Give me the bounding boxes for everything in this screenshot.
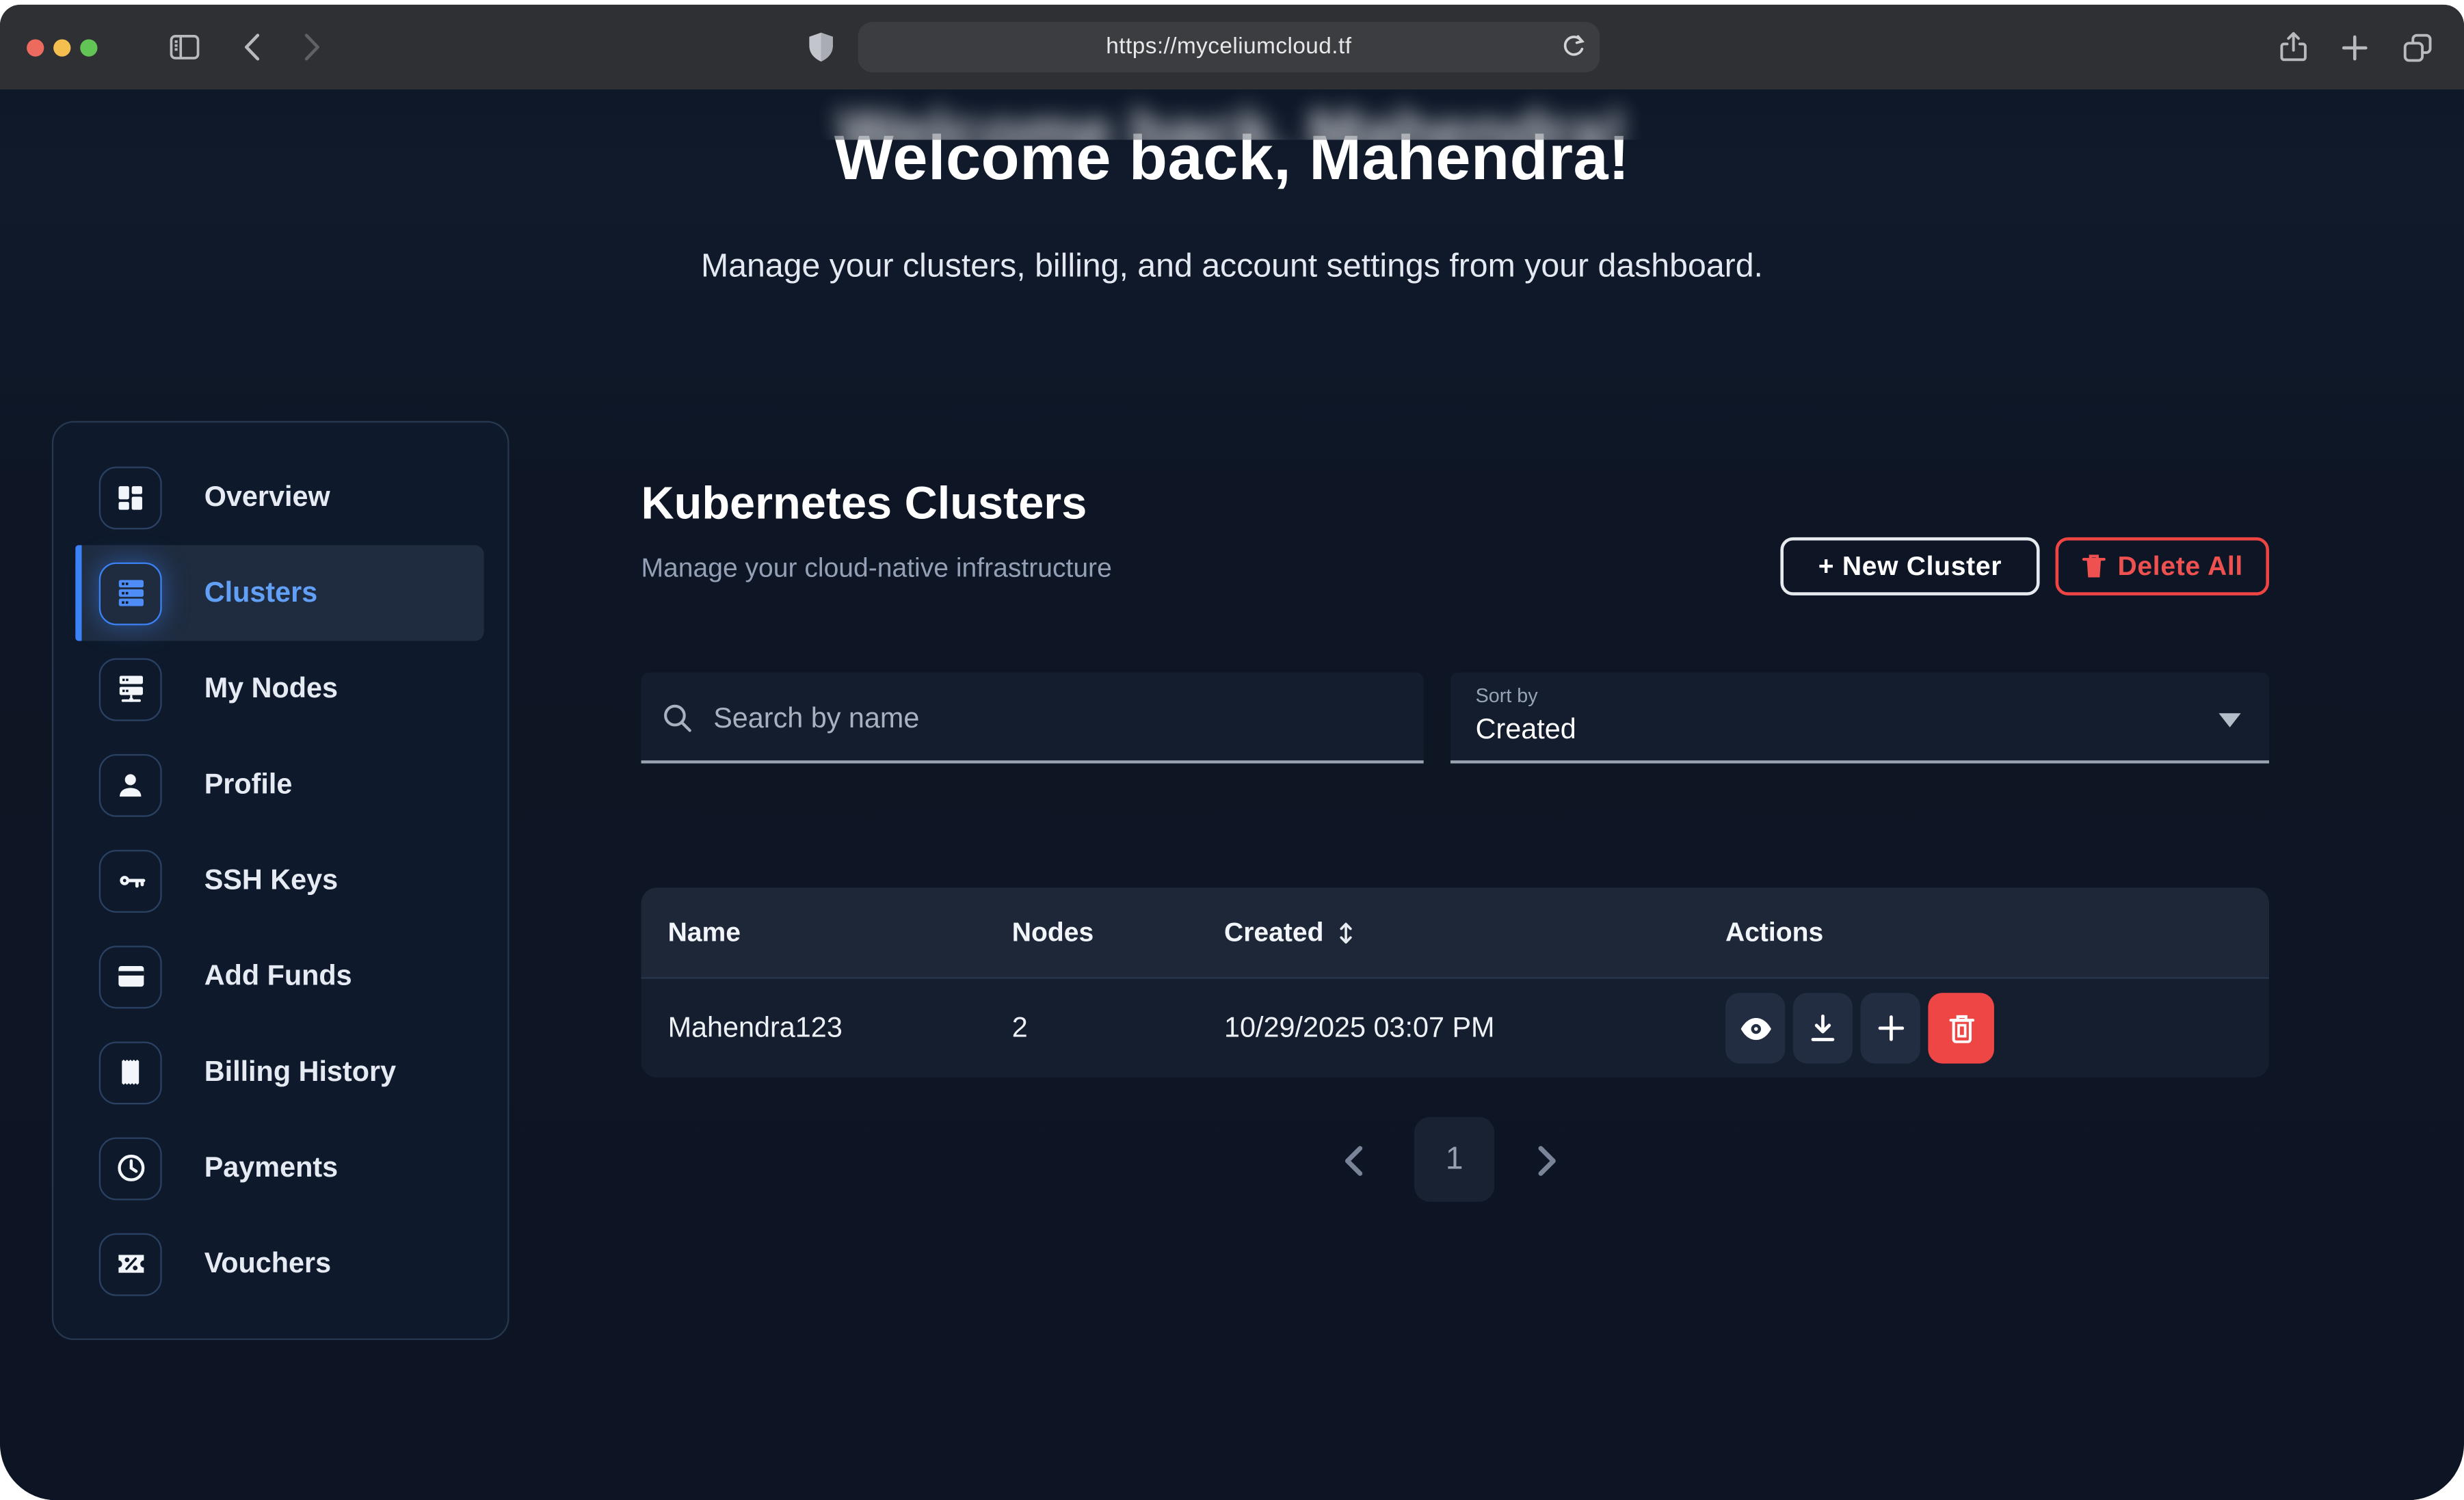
column-header-nodes: Nodes (1012, 887, 1094, 977)
sidebar-item-vouchers[interactable]: Vouchers (53, 1216, 507, 1311)
column-header-actions: Actions (1725, 887, 1823, 977)
pagination-next-icon[interactable] (1537, 1145, 1557, 1184)
heading-blur-overlay: Welcome back, Mahendra! (0, 90, 2464, 140)
sidebar-item-overview[interactable]: Overview (53, 449, 507, 545)
shield-icon[interactable] (798, 5, 842, 90)
share-icon[interactable] (2273, 5, 2314, 90)
sidebar-item-label: Vouchers (204, 1247, 331, 1280)
minimize-window-button[interactable] (53, 39, 70, 56)
close-window-button[interactable] (27, 39, 44, 56)
browser-window: https://myceliumcloud.tf (0, 5, 2464, 1500)
cluster-name-cell: Mahendra123 (668, 979, 843, 1078)
chevron-down-icon (2218, 713, 2240, 727)
sidebar-item-billing-history[interactable]: Billing History (53, 1024, 507, 1120)
sidebar-item-label: Billing History (204, 1056, 396, 1088)
sidebar-item-profile[interactable]: Profile (53, 737, 507, 833)
receipt-icon (99, 1041, 162, 1103)
column-header-name: Name (668, 887, 741, 977)
grid-icon (99, 466, 162, 528)
column-header-created[interactable]: Created (1224, 887, 1357, 977)
welcome-subtitle: Manage your clusters, billing, and accou… (0, 248, 2464, 286)
page-title: Kubernetes Clusters (641, 479, 1087, 531)
nodes-cell: 2 (1012, 979, 1028, 1078)
address-bar[interactable]: https://myceliumcloud.tf (858, 22, 1600, 72)
sort-label: Sort by (1476, 685, 1538, 707)
card-icon (99, 945, 162, 1008)
sidebar-item-clusters[interactable]: Clusters (75, 545, 483, 641)
dashboard-page: Welcome back, Mahendra! Welcome back, Ma… (0, 90, 2464, 1500)
clock-icon (99, 1136, 162, 1199)
pagination-page-button[interactable]: 1 (1414, 1117, 1494, 1202)
add-node-button[interactable] (1861, 993, 1920, 1063)
tabs-overview-icon[interactable] (2395, 5, 2439, 90)
pagination-prev-icon[interactable] (1344, 1145, 1364, 1184)
sidebar-nav: Overview Clusters My Nodes Profile SSH Keys A… (52, 421, 509, 1340)
zoom-window-button[interactable] (80, 39, 97, 56)
view-button[interactable] (1725, 993, 1785, 1063)
back-button[interactable] (233, 5, 270, 90)
url-text: https://myceliumcloud.tf (1106, 35, 1351, 60)
plus-icon (1875, 1013, 1905, 1043)
sidebar-item-label: Payments (204, 1151, 338, 1184)
search-icon (661, 702, 693, 741)
search-field (641, 672, 1424, 763)
trash-icon (2082, 553, 2105, 580)
delete-all-button[interactable]: Delete All (2056, 537, 2270, 595)
sidebar-item-label: Overview (204, 481, 330, 513)
node-icon (99, 658, 162, 721)
browser-toolbar: https://myceliumcloud.tf (0, 5, 2464, 90)
sidebar-item-label: Add Funds (204, 960, 352, 993)
clusters-table: Name Nodes Created Actions Mahendra123 2 10/2… (641, 887, 2270, 1077)
sidebar-item-add-funds[interactable]: Add Funds (53, 928, 507, 1024)
delete-row-button[interactable] (1928, 993, 1994, 1063)
sidebar-item-label: My Nodes (204, 672, 338, 705)
eye-icon (1739, 1016, 1772, 1041)
reload-icon[interactable] (1562, 35, 1585, 68)
sidebar-item-ssh-keys[interactable]: SSH Keys (53, 833, 507, 928)
key-icon (99, 849, 162, 912)
search-input[interactable] (711, 672, 1408, 763)
created-cell: 10/29/2025 03:07 PM (1224, 979, 1495, 1078)
download-icon (1809, 1013, 1837, 1043)
page-subtitle: Manage your cloud-native infrastructure (641, 553, 1112, 585)
sidebar-item-label: Profile (204, 768, 293, 801)
sidebar-item-my-nodes[interactable]: My Nodes (53, 641, 507, 737)
sidebar-toggle-icon[interactable] (160, 5, 207, 90)
trash-icon (1948, 1013, 1974, 1043)
forward-button[interactable] (292, 5, 330, 90)
user-icon (99, 753, 162, 816)
table-header-row: Name Nodes Created Actions (641, 887, 2270, 977)
new-tab-icon[interactable] (2333, 5, 2374, 90)
sidebar-item-label: Clusters (204, 576, 318, 609)
sort-value: Created (1476, 713, 1576, 746)
ticket-icon (99, 1233, 162, 1296)
new-cluster-button[interactable]: + New Cluster (1780, 537, 2039, 595)
sidebar-item-label: SSH Keys (204, 864, 338, 897)
row-actions (1725, 993, 1994, 1063)
download-button[interactable] (1793, 993, 1853, 1063)
sort-select[interactable]: Sort by Created (1450, 672, 2269, 763)
sidebar-item-payments[interactable]: Payments (53, 1120, 507, 1216)
table-row: Mahendra123 2 10/29/2025 03:07 PM (641, 977, 2270, 1077)
sort-arrows-icon (1336, 920, 1357, 945)
servers-icon (99, 561, 162, 624)
